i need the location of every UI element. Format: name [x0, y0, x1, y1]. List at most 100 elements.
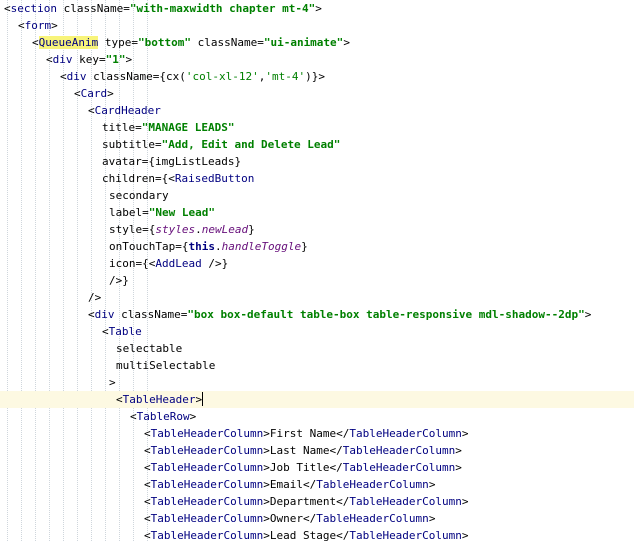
code-line[interactable]: onTouchTap={this.handleToggle} — [0, 238, 634, 255]
code-token: ) — [305, 70, 312, 83]
code-token: TableHeaderColumn — [349, 529, 462, 541]
code-line[interactable]: <section className="with-maxwidth chapte… — [0, 0, 634, 17]
code-line[interactable]: <TableRow> — [0, 408, 634, 425]
code-editor[interactable]: <section className="with-maxwidth chapte… — [0, 0, 634, 541]
code-token: > — [263, 461, 270, 474]
code-token: </ — [329, 461, 343, 474]
code-token: > — [461, 529, 469, 541]
code-token: "New Lead" — [148, 206, 215, 219]
code-token: TableHeaderColumn — [150, 529, 264, 541]
code-token: > — [584, 308, 592, 321]
code-token: QueueAnim — [38, 36, 99, 49]
code-token: </ — [336, 427, 350, 440]
code-line[interactable]: multiSelectable — [0, 357, 634, 374]
code-token: CardHeader — [94, 104, 161, 117]
code-token: TableHeader — [122, 393, 196, 406]
code-line[interactable]: <div className={cx('col-xl-12','mt-4')}> — [0, 68, 634, 85]
code-token: > — [263, 512, 270, 525]
code-token: < — [144, 444, 151, 457]
code-token: TableHeaderColumn — [316, 478, 429, 491]
code-token: TableHeaderColumn — [316, 512, 429, 525]
code-line[interactable]: style={styles.newLead} — [0, 221, 634, 238]
code-line[interactable]: icon={<AddLead />} — [0, 255, 634, 272]
code-token: < — [60, 70, 67, 83]
code-token: TableHeaderColumn — [150, 461, 264, 474]
code-token: TableRow — [136, 410, 190, 423]
code-token: TableHeaderColumn — [150, 444, 264, 457]
code-line[interactable]: <TableHeaderColumn>Owner</TableHeaderCol… — [0, 510, 634, 527]
code-line[interactable]: <TableHeader> — [0, 391, 634, 408]
code-token: 'col-xl-12' — [185, 70, 259, 83]
code-line[interactable]: />} — [0, 272, 634, 289]
code-line[interactable]: <form> — [0, 17, 634, 34]
code-token: < — [4, 2, 11, 15]
code-token: { — [148, 155, 155, 168]
code-token: . — [214, 240, 222, 253]
code-line[interactable]: subtitle="Add, Edit and Delete Lead" — [0, 136, 634, 153]
code-line[interactable]: <TableHeaderColumn>Email</TableHeaderCol… — [0, 476, 634, 493]
code-token: > — [107, 87, 114, 100]
code-line[interactable]: <TableHeaderColumn>Department</TableHead… — [0, 493, 634, 510]
code-token: > — [263, 478, 270, 491]
code-line[interactable]: children={<RaisedButton — [0, 170, 634, 187]
code-token: Lead Stage — [269, 529, 337, 541]
code-token: </ — [329, 444, 343, 457]
code-line[interactable]: <div key="1"> — [0, 51, 634, 68]
code-token: > — [109, 376, 116, 389]
code-token: > — [315, 2, 322, 15]
code-token: secondary — [109, 189, 169, 202]
code-token: div — [66, 70, 87, 83]
code-token: > — [461, 427, 469, 440]
code-line[interactable]: selectable — [0, 340, 634, 357]
code-line[interactable]: <QueueAnim type="bottom" className="ui-a… — [0, 34, 634, 51]
code-token: { — [159, 70, 166, 83]
code-token: imgListLeads — [154, 155, 235, 168]
code-token: </ — [336, 495, 350, 508]
code-token: subtitle= — [102, 138, 162, 151]
code-token: } — [248, 223, 255, 236]
code-token: Department — [269, 495, 337, 508]
code-token: > — [263, 529, 270, 541]
code-line[interactable]: secondary — [0, 187, 634, 204]
code-token: < — [144, 495, 151, 508]
code-token: Last Name — [269, 444, 330, 457]
code-token: < — [74, 87, 81, 100]
code-token: < — [88, 104, 95, 117]
code-line[interactable]: avatar={imgListLeads} — [0, 153, 634, 170]
code-token: Job Title — [269, 461, 330, 474]
code-token: TableHeaderColumn — [349, 427, 462, 440]
code-token: "with-maxwidth chapter mt-4" — [129, 2, 316, 15]
code-token: } — [122, 274, 129, 287]
code-token: > — [195, 393, 203, 406]
code-token: "Add, Edit and Delete Lead" — [161, 138, 341, 151]
code-token: > — [428, 512, 436, 525]
code-line[interactable]: label="New Lead" — [0, 204, 634, 221]
code-token: section — [10, 2, 57, 15]
code-token: </ — [302, 478, 317, 491]
code-line[interactable]: <TableHeaderColumn>Last Name</TableHeade… — [0, 442, 634, 459]
code-line[interactable]: /> — [0, 289, 634, 306]
code-line[interactable]: > — [0, 374, 634, 391]
code-token: Email — [269, 478, 303, 491]
code-token: > — [125, 53, 133, 66]
code-token: } — [301, 240, 308, 253]
code-token: onTouchTap= — [109, 240, 182, 253]
code-line[interactable]: <TableHeaderColumn>Job Title</TableHeade… — [0, 459, 634, 476]
code-token: className= — [114, 308, 188, 321]
code-token: className= — [190, 36, 264, 49]
code-token: TableHeaderColumn — [150, 512, 264, 525]
code-token: > — [263, 427, 270, 440]
code-line[interactable]: <div className="box box-default table-bo… — [0, 306, 634, 323]
code-line[interactable]: <Card> — [0, 85, 634, 102]
text-caret — [202, 392, 204, 406]
code-line[interactable]: title="MANAGE LEADS" — [0, 119, 634, 136]
code-token: { — [142, 257, 149, 270]
code-token: "box box-default table-box table-respons… — [187, 308, 585, 321]
code-line[interactable]: <TableHeaderColumn>First Name</TableHead… — [0, 425, 634, 442]
code-line[interactable]: <Table — [0, 323, 634, 340]
code-line[interactable]: <TableHeaderColumn>Lead Stage</TableHead… — [0, 527, 634, 541]
code-token: </ — [302, 512, 317, 525]
code-token: cx( — [165, 70, 186, 83]
code-token: < — [46, 53, 53, 66]
code-line[interactable]: <CardHeader — [0, 102, 634, 119]
